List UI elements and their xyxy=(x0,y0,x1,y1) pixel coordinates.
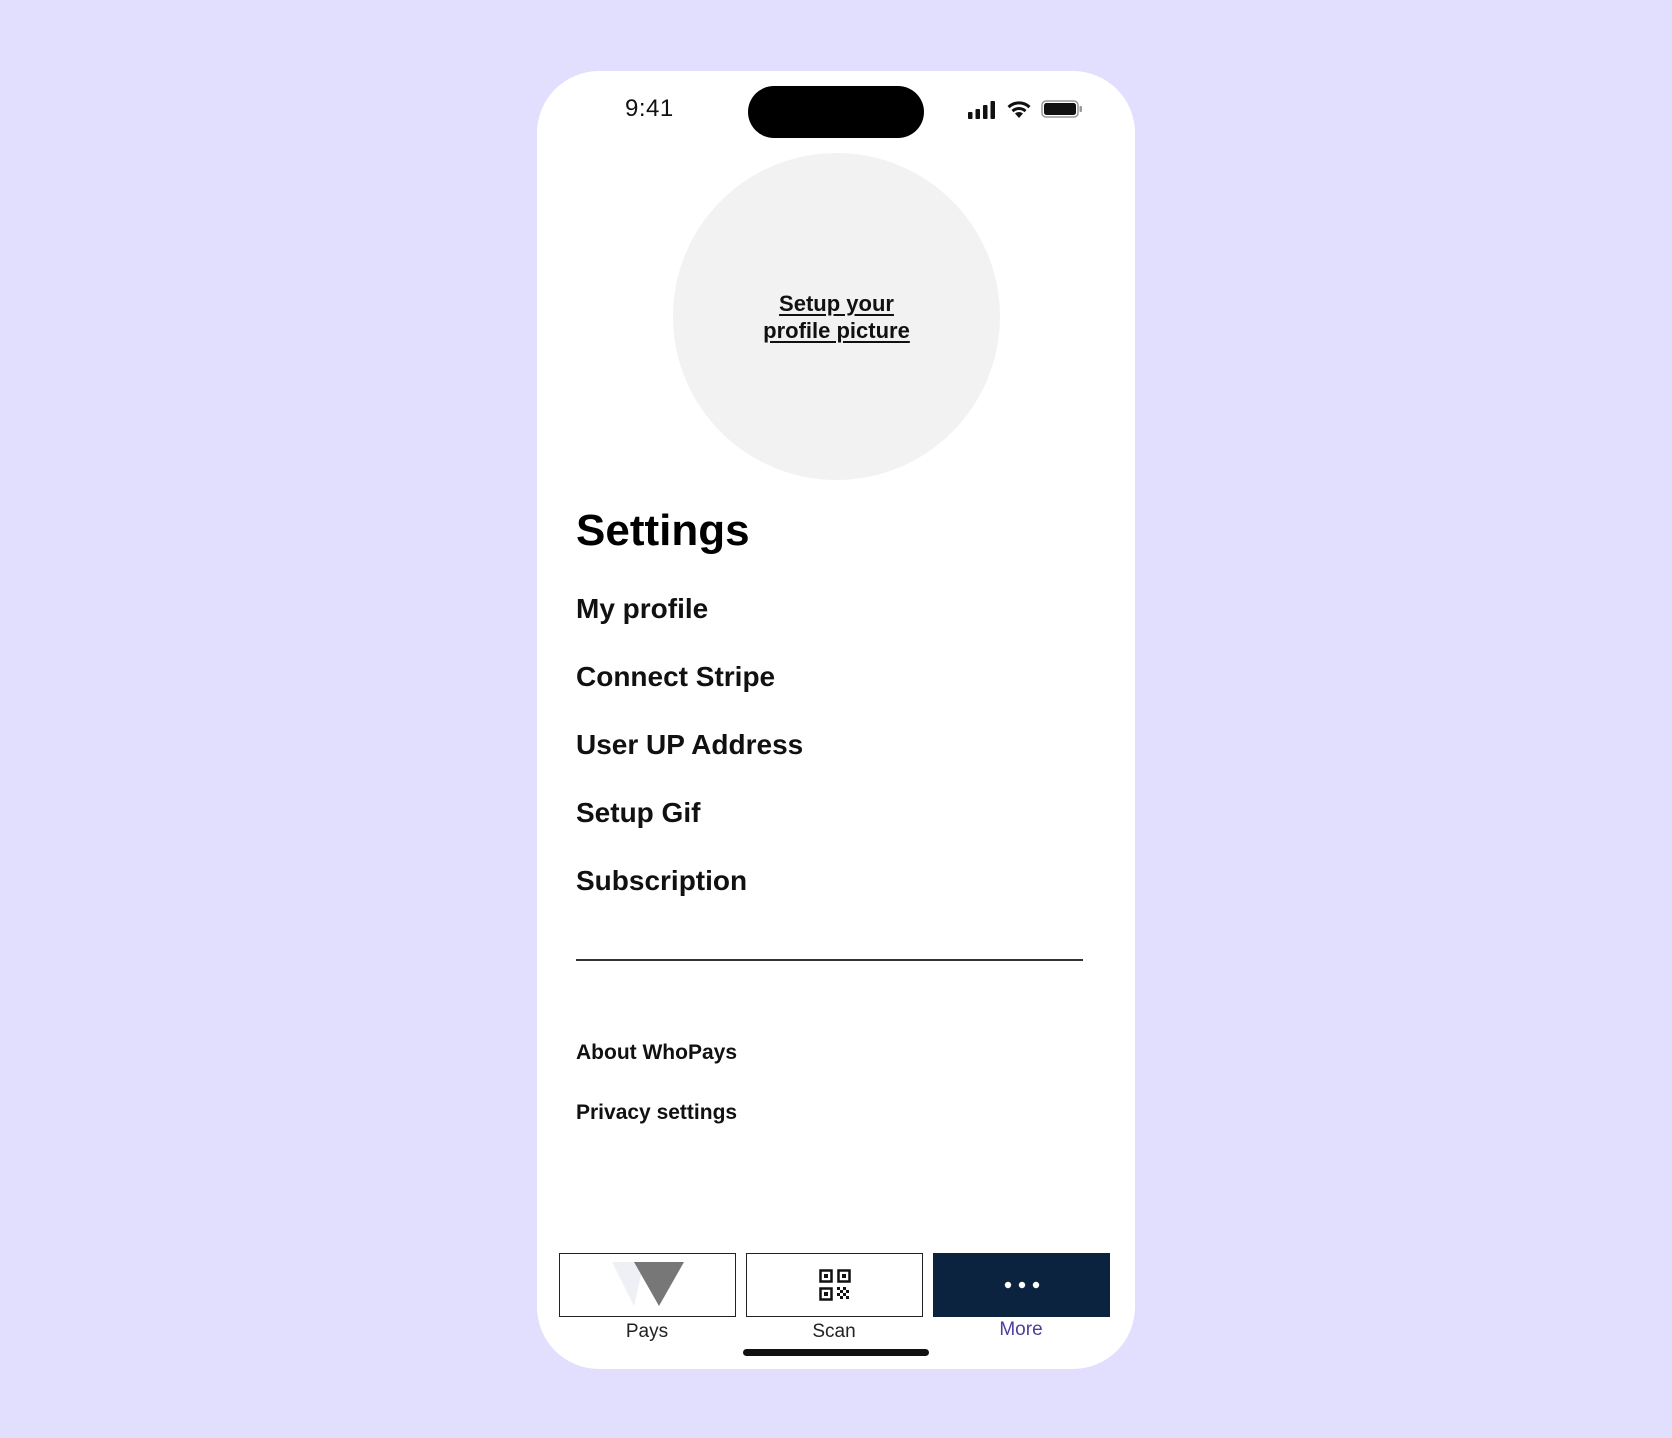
tab-pays[interactable] xyxy=(559,1253,736,1317)
status-icons xyxy=(967,99,1083,119)
menu-item-user-up-address[interactable]: User UP Address xyxy=(576,729,803,761)
menu-item-privacy-settings[interactable]: Privacy settings xyxy=(576,1101,737,1125)
home-indicator xyxy=(743,1349,929,1356)
whopays-logo-icon xyxy=(611,1262,684,1306)
divider xyxy=(576,959,1083,961)
menu-item-about-whopays[interactable]: About WhoPays xyxy=(576,1041,737,1065)
phone-screen: 9:41 Setup your profile picture Settings… xyxy=(537,71,1135,1369)
page-title: Settings xyxy=(576,506,750,555)
setup-profile-picture-link[interactable]: Setup your profile picture xyxy=(752,290,922,344)
tab-scan[interactable] xyxy=(746,1253,923,1317)
dynamic-island xyxy=(748,86,924,138)
more-dots-icon xyxy=(1004,1281,1039,1289)
menu-item-setup-gif[interactable]: Setup Gif xyxy=(576,797,700,829)
menu-item-my-profile[interactable]: My profile xyxy=(576,593,708,625)
status-time: 9:41 xyxy=(625,95,674,122)
tab-pays-label: Pays xyxy=(625,1321,669,1342)
menu-item-connect-stripe[interactable]: Connect Stripe xyxy=(576,661,775,693)
menu-item-subscription[interactable]: Subscription xyxy=(576,865,747,897)
avatar-placeholder[interactable]: Setup your profile picture xyxy=(673,153,1000,480)
tab-scan-label: Scan xyxy=(812,1321,856,1342)
battery-icon xyxy=(1041,100,1082,118)
signal-icon xyxy=(968,101,995,119)
wifi-icon xyxy=(1007,101,1031,118)
tab-more-label: More xyxy=(999,1319,1043,1340)
qr-code-icon xyxy=(818,1269,851,1301)
tab-more[interactable] xyxy=(933,1253,1110,1317)
